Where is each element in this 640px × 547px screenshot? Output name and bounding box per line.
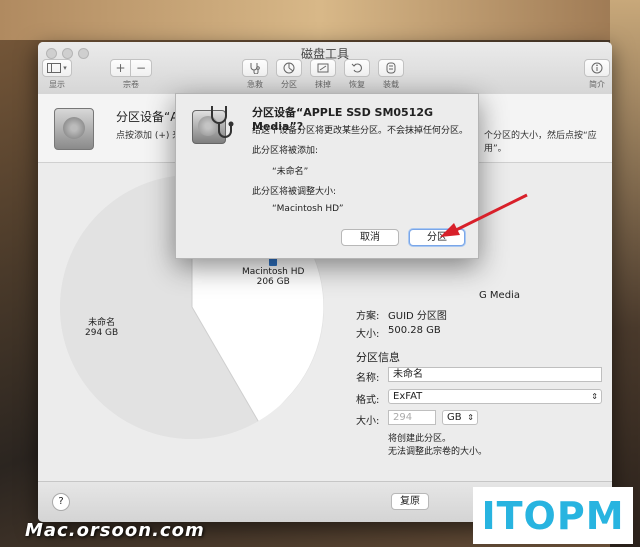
toolbar-volume: + − 宗卷 (110, 59, 152, 90)
device-size-value: 500.28 GB (388, 325, 441, 336)
desktop-wallpaper-edge (610, 0, 640, 547)
info-description-end: 个分区的大小，然后点按“应用”。 (484, 131, 597, 154)
stethoscope-icon[interactable] (242, 59, 268, 77)
scheme-value: GUID 分区图 (388, 311, 447, 322)
unnamed-slice-label: 未命名 294 GB (85, 318, 119, 338)
chevron-updown-icon: ⇕ (467, 413, 474, 422)
toolbar-restore-label: 恢复 (349, 80, 365, 89)
toolbar-restore[interactable]: 恢复 (344, 59, 370, 90)
scheme-label: 方案: (356, 311, 380, 322)
hard-drive-icon (54, 108, 94, 150)
titlebar: 磁盘工具 ▾ 显示 + − 宗卷 急救 分区 抹掉 恢复 装载 简介 (38, 42, 612, 95)
toolbar-erase[interactable]: 抹掉 (310, 59, 336, 90)
site-watermark: Mac.orsoon.com (25, 520, 205, 541)
added-partition-name: “未命名” (272, 167, 309, 177)
partition-resize-handle[interactable] (262, 422, 273, 433)
partition-size-field[interactable]: 294 (388, 410, 436, 425)
format-label: 格式: (356, 395, 380, 406)
desktop-wallpaper (0, 0, 640, 40)
toolbar-mount-label: 装载 (383, 80, 399, 89)
dialog-subtitle: 给这个设备分区将更改某些分区。不会抹掉任何分区。 (252, 126, 469, 136)
cancel-button[interactable]: 取消 (341, 229, 399, 246)
info-icon[interactable] (584, 59, 610, 77)
size-unit-select[interactable]: GB ⇕ (442, 410, 478, 425)
toolbar-volume-label: 宗卷 (123, 80, 139, 89)
resized-partition-name: “Macintosh HD” (272, 204, 344, 214)
size-label: 大小: (356, 416, 380, 427)
partition-icon[interactable] (276, 59, 302, 77)
toolbar-view-label: 显示 (49, 80, 65, 89)
partition-name-field[interactable]: 未命名 (388, 367, 602, 382)
toolbar-firstaid[interactable]: 急救 (242, 59, 268, 90)
itopm-logo: ITOPM (473, 487, 633, 544)
device-name-suffix: G Media (479, 290, 520, 301)
resized-label: 此分区将被调整大小: (252, 187, 337, 197)
remove-volume-button[interactable]: − (131, 59, 152, 77)
partition-info-header: 分区信息 (356, 351, 400, 364)
disk-utility-app-icon (192, 104, 234, 146)
toolbar-partition[interactable]: 分区 (276, 59, 302, 90)
sidebar-icon[interactable]: ▾ (42, 59, 72, 77)
toolbar-info[interactable]: 简介 (584, 59, 610, 90)
help-button[interactable]: ? (52, 493, 70, 511)
device-size-label: 大小: (356, 329, 380, 340)
name-label: 名称: (356, 373, 380, 384)
add-volume-button[interactable]: + (110, 59, 131, 77)
chevron-updown-icon: ⇕ (591, 392, 598, 401)
revert-button[interactable]: 复原 (391, 493, 429, 510)
toolbar-partition-label: 分区 (281, 80, 297, 89)
partition-note: 将创建此分区。 无法调整此宗卷的大小。 (388, 434, 488, 457)
added-label: 此分区将被添加: (252, 146, 319, 156)
restore-icon[interactable] (344, 59, 370, 77)
format-select[interactable]: ExFAT ⇕ (388, 389, 602, 404)
partition-confirm-button[interactable]: 分区 (409, 229, 465, 246)
erase-icon[interactable] (310, 59, 336, 77)
toolbar-mount[interactable]: 装载 (378, 59, 404, 90)
toolbar-firstaid-label: 急救 (247, 80, 263, 89)
toolbar-view[interactable]: ▾ 显示 (42, 59, 72, 90)
mount-icon[interactable] (378, 59, 404, 77)
macintosh-hd-slice-label: Macintosh HD 206 GB (242, 257, 304, 287)
toolbar-info-label: 简介 (589, 80, 605, 89)
partition-confirm-dialog: 分区设备“APPLE SSD SM0512G Media”? 给这个设备分区将更… (175, 93, 479, 259)
toolbar-erase-label: 抹掉 (315, 80, 331, 89)
